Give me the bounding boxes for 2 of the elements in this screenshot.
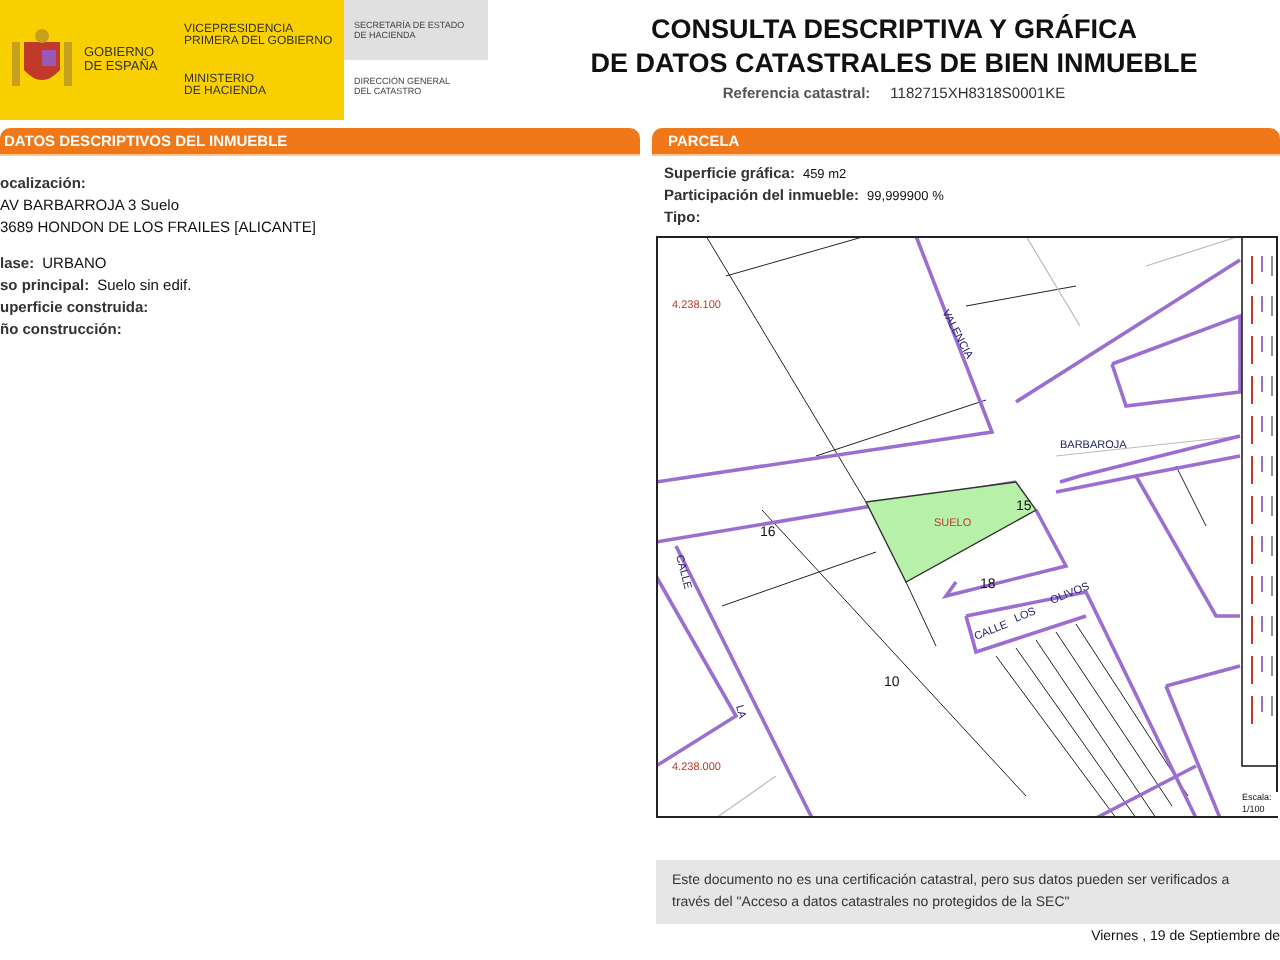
document-title: DE DATOS CATASTRALES DE BIEN INMUEBLE	[590, 46, 1198, 80]
document-title: CONSULTA DESCRIPTIVA Y GRÁFICA	[650, 12, 1137, 46]
